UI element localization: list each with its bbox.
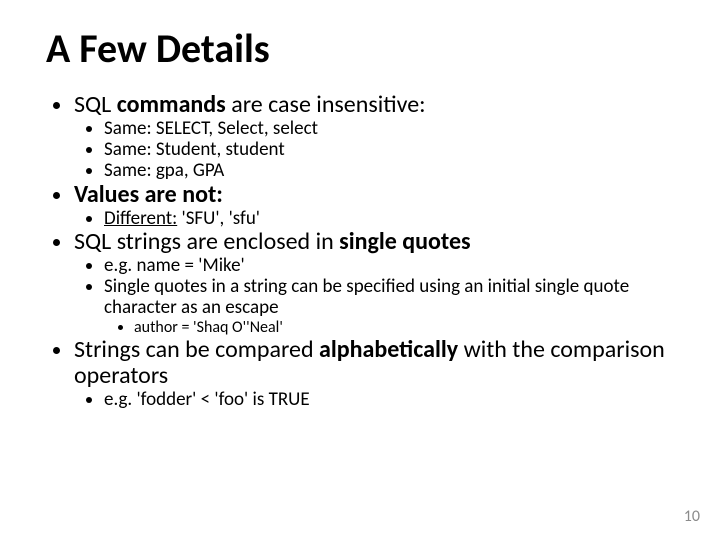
bullet-1: SQL commands are case insensitive: Same:… [74, 92, 674, 182]
sub-item: Same: SELECT, Select, select [104, 118, 674, 139]
text-bold: commands [117, 90, 226, 119]
bullet-2: Values are not: Different: 'SFU', 'sfu' [74, 182, 674, 229]
text-bold: single quotes [339, 227, 470, 256]
sub-list: Different: 'SFU', 'sfu' [74, 208, 674, 229]
text: Single quotes in a string can be specifi… [104, 275, 629, 319]
text: are case insensitive: [226, 90, 426, 119]
sub-list: e.g. 'fodder' < 'foo' is TRUE [74, 389, 674, 410]
sub-list: e.g. name = 'Mike' Single quotes in a st… [74, 255, 674, 337]
text-bold: Values are not: [74, 180, 223, 209]
sub-item: e.g. 'fodder' < 'foo' is TRUE [104, 389, 674, 410]
slide: A Few Details SQL commands are case inse… [0, 0, 720, 540]
text: SQL [74, 90, 117, 119]
sub-item: Same: gpa, GPA [104, 160, 674, 181]
text: SQL strings are enclosed in [74, 227, 339, 256]
bullet-list: SQL commands are case insensitive: Same:… [46, 92, 674, 410]
bullet-4: Strings can be compared alphabetically w… [74, 337, 674, 410]
text-bold: alphabetically [319, 335, 458, 364]
page-number: 10 [684, 507, 700, 526]
slide-title: A Few Details [46, 28, 674, 70]
sub-item: e.g. name = 'Mike' [104, 255, 674, 276]
text: Strings can be compared [74, 335, 319, 364]
sub-item: Single quotes in a string can be specifi… [104, 276, 674, 337]
sub-item: Same: Student, student [104, 139, 674, 160]
sub-list: Same: SELECT, Select, select Same: Stude… [74, 118, 674, 182]
sub-item: Different: 'SFU', 'sfu' [104, 208, 674, 229]
bullet-3: SQL strings are enclosed in single quote… [74, 229, 674, 337]
